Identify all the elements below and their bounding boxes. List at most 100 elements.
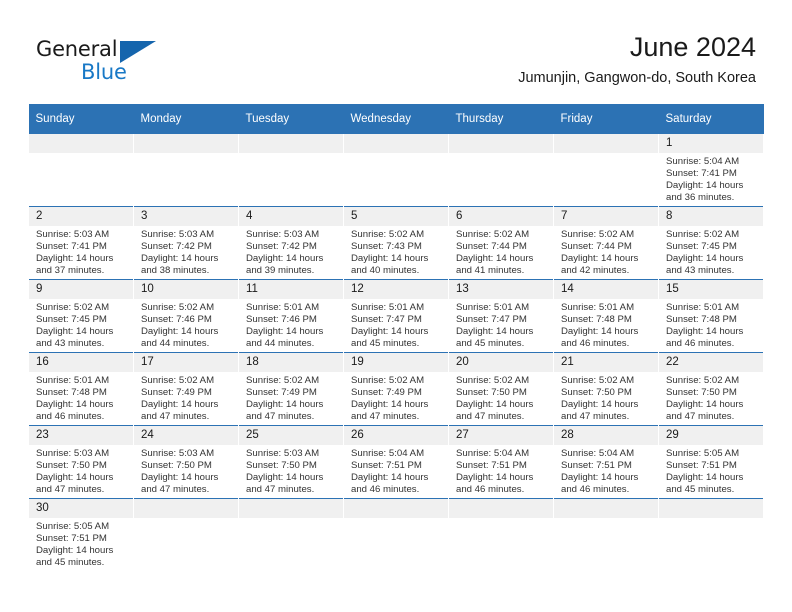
sun-info-line: Sunset: 7:45 PM [666,241,737,253]
calendar-day-cell[interactable]: 13 Sunrise: 5:01 AM Sunset: 7:47 PM Dayligh… [448,279,554,353]
calendar-day-cell[interactable]: 20 Sunrise: 5:02 AM Sunset: 7:50 PM Dayligh… [448,352,554,426]
sun-info-line: Sunrise: 5:05 AM [36,521,110,532]
day-number: 16 [29,353,133,372]
calendar-day-cell[interactable]: 4 Sunrise: 5:03 AM Sunset: 7:42 PM Daylight… [238,206,344,280]
day-sun-info: Sunrise: 5:02 AM Sunset: 7:44 PM Daylight:… [449,226,553,277]
weekday-header-monday: Monday [133,104,239,134]
sun-info-line: and 46 minutes. [351,484,420,496]
sun-info-line: Daylight: 14 hours [561,472,639,484]
day-sun-info: Sunrise: 5:03 AM Sunset: 7:42 PM Daylight:… [134,226,238,277]
day-sun-info: Sunrise: 5:03 AM Sunset: 7:41 PM Daylight:… [29,226,133,277]
sun-info-line: Daylight: 14 hours [666,180,744,192]
calendar-day-cell-empty [448,498,554,571]
sun-info-line: and 44 minutes. [246,338,315,350]
calendar-day-cell[interactable]: 21 Sunrise: 5:02 AM Sunset: 7:50 PM Dayligh… [553,352,659,426]
sun-info-line: Sunset: 7:42 PM [141,241,212,253]
sun-info-line: and 37 minutes. [36,265,105,277]
sun-info-line: and 45 minutes. [666,484,735,496]
day-number: 2 [29,207,133,226]
sun-info-line: Sunset: 7:49 PM [141,387,212,399]
calendar-header-row: Sunday Monday Tuesday Wednesday Thursday Frid… [28,104,764,134]
sun-info-line: Sunset: 7:42 PM [246,241,317,253]
calendar-day-cell[interactable]: 9 Sunrise: 5:02 AM Sunset: 7:45 PM Daylight… [28,279,134,353]
sun-info-line: Daylight: 14 hours [141,472,219,484]
calendar-day-cell[interactable]: 3 Sunrise: 5:03 AM Sunset: 7:42 PM Daylight… [133,206,239,280]
sun-info-line: Sunrise: 5:02 AM [456,229,530,240]
calendar-day-cell[interactable]: 16 Sunrise: 5:01 AM Sunset: 7:48 PM Dayligh… [28,352,134,426]
calendar-body: 1 Sunrise: 5:04 AM Sunset: 7:41 PM Daylight… [28,134,764,571]
calendar-day-cell[interactable]: 22 Sunrise: 5:02 AM Sunset: 7:50 PM Dayligh… [658,352,764,426]
calendar-day-cell[interactable]: 5 Sunrise: 5:02 AM Sunset: 7:43 PM Daylight… [343,206,449,280]
day-sun-info: Sunrise: 5:02 AM Sunset: 7:49 PM Daylight:… [239,372,343,423]
sun-info-line: and 46 minutes. [666,338,735,350]
sun-info-line: Daylight: 14 hours [36,253,114,265]
sun-info-line: Daylight: 14 hours [246,253,324,265]
sun-info-line: Sunset: 7:50 PM [666,387,737,399]
calendar-day-cell[interactable]: 18 Sunrise: 5:02 AM Sunset: 7:49 PM Dayligh… [238,352,344,426]
calendar-day-cell[interactable]: 10 Sunrise: 5:02 AM Sunset: 7:46 PM Dayligh… [133,279,239,353]
calendar-day-cell[interactable]: 7 Sunrise: 5:02 AM Sunset: 7:44 PM Daylight… [553,206,659,280]
calendar-day-cell[interactable]: 25 Sunrise: 5:03 AM Sunset: 7:50 PM Dayligh… [238,425,344,499]
sun-info-line: Sunrise: 5:04 AM [561,448,635,459]
calendar-day-cell[interactable]: 26 Sunrise: 5:04 AM Sunset: 7:51 PM Dayligh… [343,425,449,499]
calendar-week-row: 9 Sunrise: 5:02 AM Sunset: 7:45 PM Daylight… [28,279,764,353]
sun-info-line: Sunrise: 5:04 AM [351,448,425,459]
calendar-day-cell[interactable]: 14 Sunrise: 5:01 AM Sunset: 7:48 PM Dayligh… [553,279,659,353]
calendar-day-cell[interactable]: 8 Sunrise: 5:02 AM Sunset: 7:45 PM Daylight… [658,206,764,280]
day-number: 25 [239,426,343,445]
sun-info-line: Sunrise: 5:02 AM [141,375,215,386]
weekday-header-tuesday: Tuesday [238,104,344,134]
calendar-day-cell[interactable]: 1 Sunrise: 5:04 AM Sunset: 7:41 PM Daylight… [658,134,764,207]
calendar-day-cell[interactable]: 24 Sunrise: 5:03 AM Sunset: 7:50 PM Dayligh… [133,425,239,499]
day-number: 10 [134,280,238,299]
day-sun-info: Sunrise: 5:03 AM Sunset: 7:42 PM Daylight:… [239,226,343,277]
sun-info-line: Sunrise: 5:04 AM [456,448,530,459]
calendar-day-cell[interactable]: 11 Sunrise: 5:01 AM Sunset: 7:46 PM Dayligh… [238,279,344,353]
page-title: June 2024 [629,32,756,62]
sun-info-line: Daylight: 14 hours [351,472,429,484]
calendar-day-cell[interactable]: 6 Sunrise: 5:02 AM Sunset: 7:44 PM Daylight… [448,206,554,280]
day-sun-info: Sunrise: 5:05 AM Sunset: 7:51 PM Daylight:… [29,518,133,569]
day-sun-info: Sunrise: 5:02 AM Sunset: 7:45 PM Daylight:… [659,226,763,277]
sun-info-line: Sunrise: 5:03 AM [36,448,110,459]
sun-info-line: and 47 minutes. [561,411,630,423]
day-sun-info [659,518,763,521]
sun-info-line: and 44 minutes. [141,338,210,350]
day-sun-info: Sunrise: 5:02 AM Sunset: 7:50 PM Daylight:… [449,372,553,423]
sun-info-line: and 46 minutes. [36,411,105,423]
day-sun-info [29,153,133,156]
day-sun-info [554,153,658,156]
calendar-day-cell[interactable]: 27 Sunrise: 5:04 AM Sunset: 7:51 PM Dayligh… [448,425,554,499]
location-subtitle: Jumunjin, Gangwon-do, South Korea [518,70,756,86]
calendar-day-cell[interactable]: 15 Sunrise: 5:01 AM Sunset: 7:48 PM Dayligh… [658,279,764,353]
sun-info-line: Sunset: 7:50 PM [246,460,317,472]
sun-info-line: and 47 minutes. [246,484,315,496]
sun-info-line: Daylight: 14 hours [246,326,324,338]
day-sun-info: Sunrise: 5:01 AM Sunset: 7:47 PM Daylight:… [344,299,448,350]
weekday-header-row: Sunday Monday Tuesday Wednesday Thursday Frid… [28,104,764,134]
calendar-day-cell[interactable]: 30 Sunrise: 5:05 AM Sunset: 7:51 PM Dayligh… [28,498,134,571]
day-number [344,499,448,518]
sun-info-line: Sunrise: 5:02 AM [351,229,425,240]
day-sun-info: Sunrise: 5:04 AM Sunset: 7:51 PM Daylight:… [449,445,553,496]
general-blue-logo[interactable]: General Blue [36,36,166,88]
calendar-day-cell[interactable]: 19 Sunrise: 5:02 AM Sunset: 7:49 PM Dayligh… [343,352,449,426]
calendar-day-cell[interactable]: 2 Sunrise: 5:03 AM Sunset: 7:41 PM Daylight… [28,206,134,280]
day-number: 19 [344,353,448,372]
calendar-day-cell[interactable]: 29 Sunrise: 5:05 AM Sunset: 7:51 PM Dayligh… [658,425,764,499]
calendar-day-cell[interactable]: 12 Sunrise: 5:01 AM Sunset: 7:47 PM Dayligh… [343,279,449,353]
title-block: June 2024 Jumunjin, Gangwon-do, South Ko… [518,30,756,88]
day-number: 30 [29,499,133,518]
sun-info-line: Daylight: 14 hours [666,472,744,484]
calendar-day-cell[interactable]: 28 Sunrise: 5:04 AM Sunset: 7:51 PM Dayligh… [553,425,659,499]
sun-info-line: Sunrise: 5:01 AM [666,302,740,313]
calendar-day-cell[interactable]: 17 Sunrise: 5:02 AM Sunset: 7:49 PM Dayligh… [133,352,239,426]
day-number: 21 [554,353,658,372]
calendar-day-cell[interactable]: 23 Sunrise: 5:03 AM Sunset: 7:50 PM Dayligh… [28,425,134,499]
day-number: 22 [659,353,763,372]
sun-info-line: and 42 minutes. [561,265,630,277]
calendar-day-cell-empty [133,498,239,571]
day-number [134,499,238,518]
sun-info-line: Daylight: 14 hours [666,326,744,338]
day-sun-info [449,153,553,156]
